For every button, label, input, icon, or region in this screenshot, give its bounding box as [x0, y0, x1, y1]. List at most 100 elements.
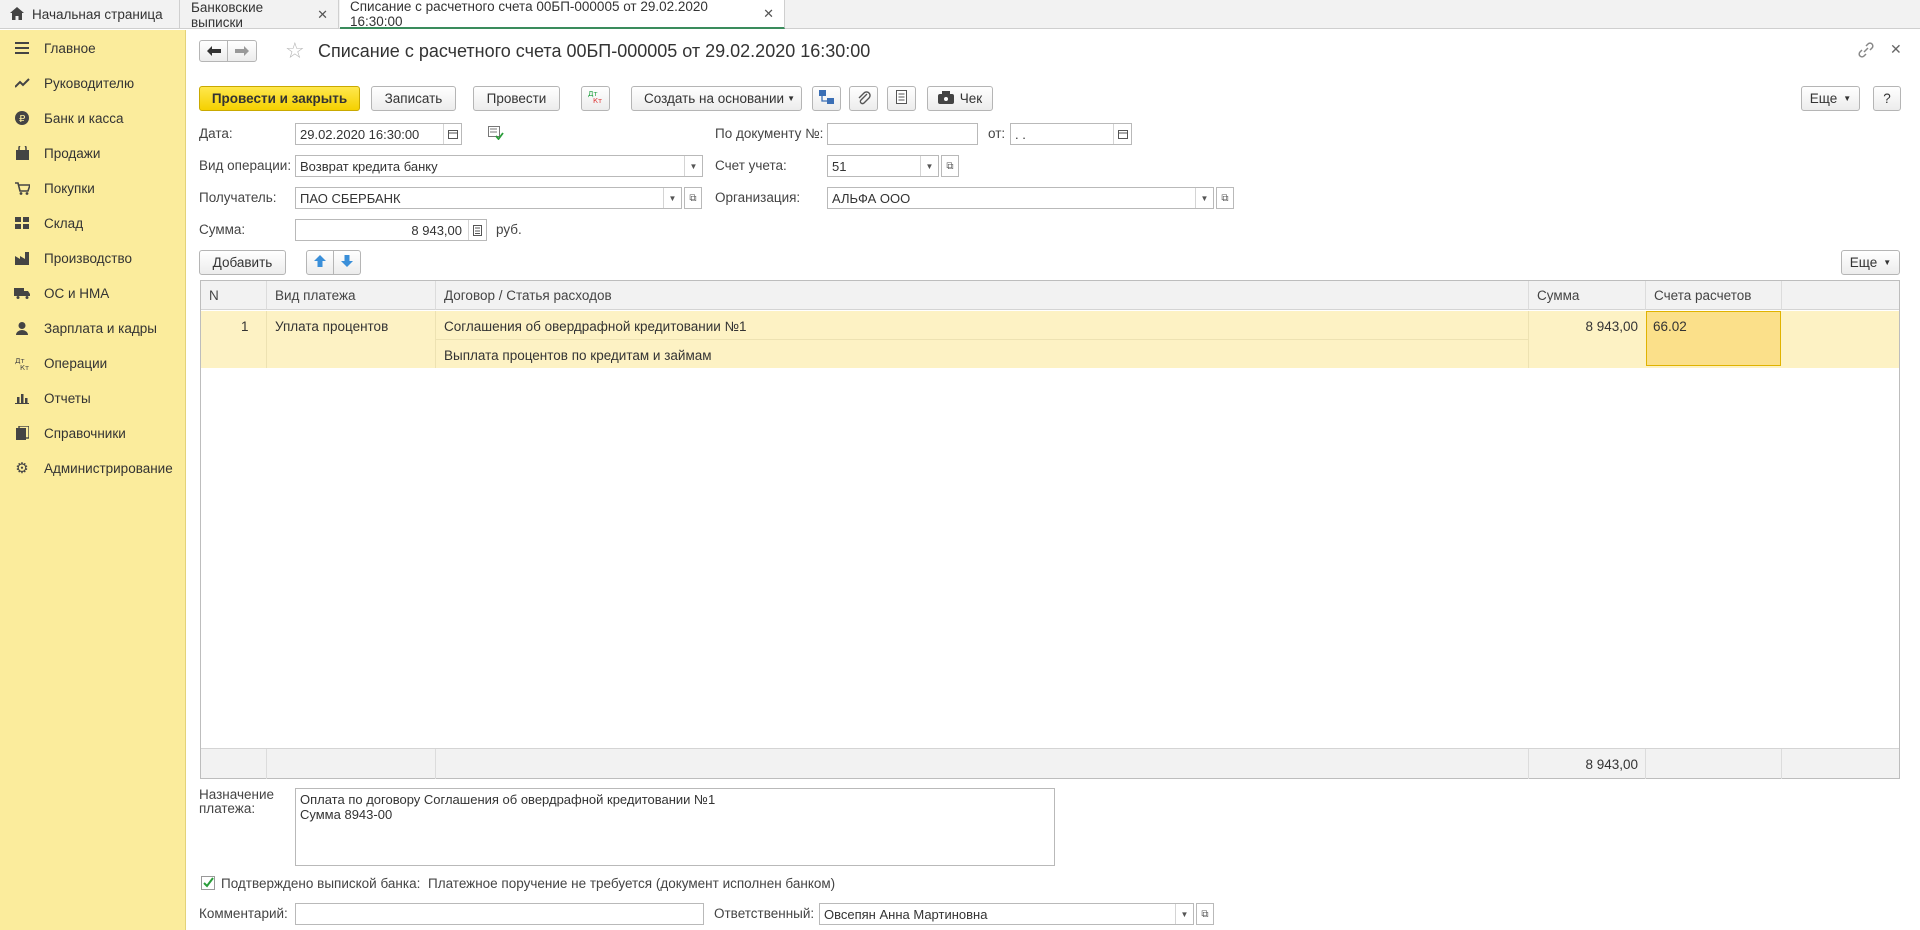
open-responsible-button[interactable]: ⧉	[1196, 903, 1214, 925]
tab-label: Списание с расчетного счета 00БП-000005 …	[350, 0, 708, 29]
column-header-empty	[1782, 281, 1899, 310]
table-more-button[interactable]: Еще ▼	[1841, 250, 1900, 275]
sidebar-item-purchases[interactable]: Покупки	[0, 173, 186, 203]
close-icon[interactable]: ✕	[1890, 41, 1902, 58]
sidebar-item-references[interactable]: Справочники	[0, 418, 186, 448]
structure-button[interactable]	[812, 86, 841, 111]
column-header-n[interactable]: N	[201, 281, 267, 310]
star-icon[interactable]: ☆	[285, 38, 305, 64]
arrow-right-icon	[235, 44, 249, 59]
gear-icon: ⚙	[15, 460, 29, 477]
attach-button[interactable]	[849, 86, 878, 111]
recipient-field[interactable]: ПАО СБЕРБАНК ▼	[295, 187, 682, 209]
from-date-value: . .	[1015, 126, 1026, 142]
docnum-field[interactable]	[827, 123, 978, 145]
move-down-button[interactable]	[333, 250, 361, 275]
svg-text:₽: ₽	[19, 114, 26, 125]
move-up-button[interactable]	[306, 250, 334, 275]
sidebar-item-label: Операции	[44, 355, 108, 371]
confirm-checkbox[interactable]	[201, 876, 215, 890]
sidebar-item-bank[interactable]: ₽ Банк и касса	[0, 103, 186, 133]
save-button[interactable]: Записать	[371, 86, 456, 111]
more-button[interactable]: Еще ▼	[1801, 86, 1860, 111]
arrow-down-icon	[341, 255, 353, 270]
sidebar-item-label: Покупки	[44, 180, 95, 196]
column-header-contract[interactable]: Договор / Статья расходов	[436, 281, 1529, 310]
from-date-field[interactable]: . .	[1010, 123, 1132, 145]
operation-value: Возврат кредита банку	[300, 158, 438, 174]
open-org-button[interactable]: ⧉	[1216, 187, 1234, 209]
recipient-value: ПАО СБЕРБАНК	[300, 190, 401, 206]
truck-icon	[13, 285, 31, 301]
cart-icon	[13, 180, 31, 196]
open-account-button[interactable]: ⧉	[941, 155, 959, 177]
back-button[interactable]	[199, 40, 228, 62]
forward-button[interactable]	[227, 40, 257, 62]
check-button[interactable]: Чек	[927, 86, 993, 111]
payments-table: N Вид платежа Договор / Статья расходов …	[200, 280, 1900, 779]
close-icon[interactable]: ✕	[763, 6, 774, 22]
account-field[interactable]: 51 ▼	[827, 155, 939, 177]
chevron-down-icon[interactable]: ▼	[920, 156, 938, 176]
tab-document[interactable]: Списание с расчетного счета 00БП-000005 …	[340, 0, 785, 29]
chevron-down-icon[interactable]: ▼	[1175, 904, 1193, 924]
column-header-accounts[interactable]: Счета расчетов	[1646, 281, 1782, 310]
sidebar-item-warehouse[interactable]: Склад	[0, 208, 186, 238]
recipient-label: Получатель:	[199, 190, 277, 205]
date-value: 29.02.2020 16:30:00	[300, 126, 420, 142]
calendar-icon[interactable]	[443, 124, 461, 144]
ruble-icon: ₽	[13, 110, 31, 126]
comment-field[interactable]	[295, 903, 704, 925]
tab-home[interactable]: Начальная страница	[0, 0, 180, 29]
create-based-button[interactable]: Создать на основании ▼	[631, 86, 802, 111]
sidebar-item-salary[interactable]: Зарплата и кадры	[0, 313, 186, 343]
doc-check-icon[interactable]	[488, 126, 504, 143]
sidebar-item-label: Главное	[44, 40, 96, 56]
arrow-left-icon	[206, 44, 221, 59]
sidebar-item-production[interactable]: Производство	[0, 243, 186, 273]
purpose-textarea[interactable]: Оплата по договору Соглашения об овердра…	[295, 788, 1055, 866]
chevron-down-icon[interactable]: ▼	[663, 188, 681, 208]
chevron-down-icon[interactable]: ▼	[1195, 188, 1213, 208]
org-field[interactable]: АЛЬФА ООО ▼	[827, 187, 1214, 209]
calendar-icon[interactable]	[1113, 124, 1131, 144]
receipt-icon	[937, 90, 954, 107]
help-button[interactable]: ?	[1873, 86, 1901, 111]
open-recipient-button[interactable]: ⧉	[684, 187, 702, 209]
sidebar-item-sales[interactable]: Продажи	[0, 138, 186, 168]
responsible-field[interactable]: Овсепян Анна Мартиновна ▼	[819, 903, 1194, 925]
create-based-label: Создать на основании	[644, 91, 785, 106]
home-icon	[10, 6, 24, 23]
sidebar-item-reports[interactable]: Отчеты	[0, 383, 186, 413]
cell-n: 1	[241, 319, 249, 334]
sidebar-item-label: Продажи	[44, 145, 101, 161]
sidebar-item-label: Склад	[44, 215, 84, 231]
tab-bar: Начальная страница Банковские выписки ✕ …	[0, 0, 1920, 30]
add-row-button[interactable]: Добавить	[199, 250, 286, 275]
sidebar-item-manager[interactable]: Руководителю	[0, 68, 186, 98]
print-button[interactable]	[887, 86, 916, 111]
post-and-close-button[interactable]: Провести и закрыть	[199, 86, 360, 111]
close-icon[interactable]: ✕	[317, 7, 328, 23]
chevron-down-icon: ▼	[1843, 94, 1852, 103]
sidebar-item-admin[interactable]: ⚙ Администрирование	[0, 453, 186, 483]
table-row[interactable]: 1 Уплата процентов Соглашения об овердра…	[201, 311, 1899, 368]
operation-select[interactable]: Возврат кредита банку ▼	[295, 155, 703, 177]
chevron-down-icon[interactable]: ▼	[684, 156, 702, 176]
post-button[interactable]: Провести	[473, 86, 560, 111]
sum-field[interactable]: 8 943,00	[295, 219, 487, 241]
sidebar-item-main[interactable]: Главное	[0, 33, 186, 63]
calculator-icon[interactable]	[468, 220, 486, 240]
sidebar-item-label: Справочники	[44, 425, 126, 441]
cell-accounts-selected[interactable]: 66.02	[1646, 311, 1781, 366]
sidebar-item-assets[interactable]: ОС и НМА	[0, 278, 186, 308]
column-header-payment-type[interactable]: Вид платежа	[267, 281, 436, 310]
date-field[interactable]: 29.02.2020 16:30:00	[295, 123, 462, 145]
sidebar-item-operations[interactable]: Дт Кт Операции	[0, 348, 186, 378]
table-footer: 8 943,00	[201, 748, 1899, 779]
tab-bank-statements[interactable]: Банковские выписки ✕	[181, 0, 339, 30]
dtkt-button[interactable]: Дт Кт	[581, 86, 610, 111]
responsible-label: Ответственный:	[714, 906, 815, 921]
column-header-sum[interactable]: Сумма	[1529, 281, 1646, 310]
link-icon[interactable]	[1858, 42, 1874, 61]
